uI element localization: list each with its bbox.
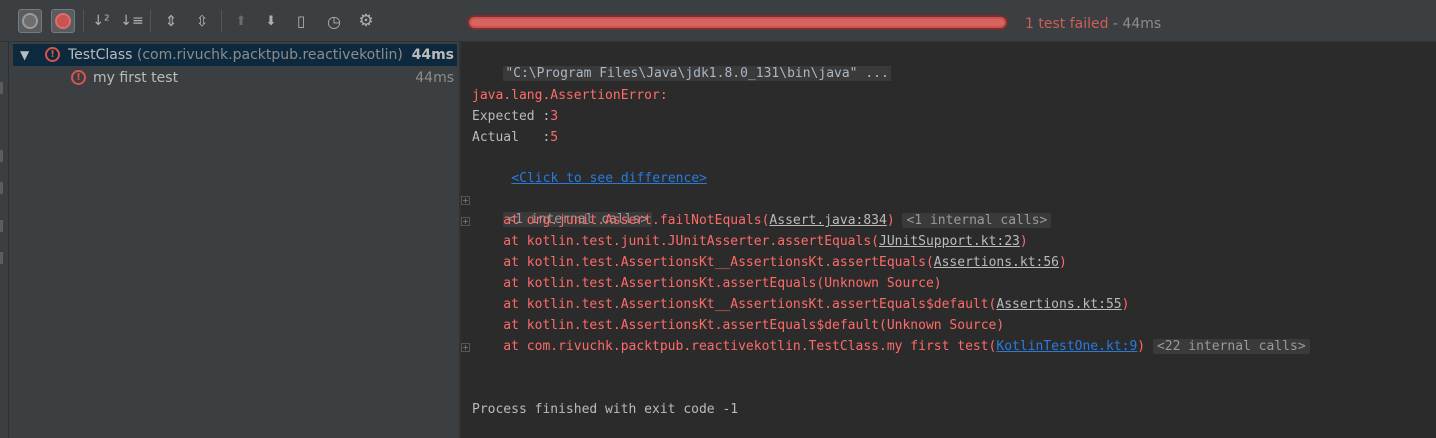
next-failed-button[interactable]: ⬇	[259, 9, 283, 33]
test-progress-bar	[467, 15, 1008, 30]
stack-frame-text: at kotlin.test.AssertionsKt__AssertionsK…	[472, 297, 997, 312]
test-failed-icon: !	[45, 47, 60, 62]
status-duration: - 44ms	[1108, 16, 1162, 32]
stack-frame-suffix: )	[1019, 234, 1028, 249]
stack-frame-source-link[interactable]: Assert.java:834	[769, 213, 886, 228]
actual-line: Actual :5	[472, 128, 558, 148]
stop-circle-icon	[55, 13, 71, 29]
click-to-see-difference-link[interactable]: <Click to see difference>	[511, 171, 707, 186]
show-passed-toggle[interactable]	[18, 9, 42, 33]
internal-calls-line: <1 internal calls>	[472, 190, 653, 227]
stack-frame: at kotlin.test.junit.JUnitAsserter.asser…	[472, 232, 1028, 252]
test-progress-fill	[471, 19, 1004, 26]
internal-calls-fold[interactable]: <1 internal calls>	[902, 213, 1052, 228]
expand-fold-icon[interactable]: +	[461, 196, 470, 205]
export-results-button[interactable]: ▯	[289, 9, 313, 33]
previous-failed-button[interactable]: ⬆	[229, 9, 253, 33]
gutter-mark	[0, 252, 3, 264]
stack-frame: at com.rivuchk.packtpub.reactivekotlin.T…	[472, 337, 1310, 357]
collapse-all-button[interactable]: ⇳	[190, 9, 214, 33]
test-runner-toolbar: ↓² ↓≡ ⇕ ⇳ ⬆ ⬇ ▯ ◷ ⚙ 1 test failed - 44ms	[0, 0, 1436, 42]
stack-frame-text: at org.junit.Assert.failNotEquals(	[472, 213, 770, 228]
test-method-name: my first test	[93, 70, 179, 86]
gutter-mark	[0, 150, 3, 162]
collapse-arrow-icon[interactable]: ▼	[20, 44, 29, 66]
stack-frame-suffix: )	[1137, 339, 1146, 354]
console-output[interactable]: "C:\Program Files\Java\jdk1.8.0_131\bin\…	[461, 42, 1436, 438]
tree-node-testclass[interactable]: ▼ ! TestClass (com.rivuchk.packtpub.reac…	[13, 44, 457, 66]
test-status: 1 test failed - 44ms	[1025, 15, 1161, 33]
toolbar-separator	[83, 10, 84, 32]
stack-frame-source-link[interactable]: JUnitSupport.kt:23	[879, 234, 1020, 249]
stack-frame-source-link[interactable]: Assertions.kt:55	[996, 297, 1121, 312]
tree-node-my-first-test[interactable]: ! my first test 44ms	[13, 67, 457, 89]
sort-alphabetically-button[interactable]: ↓²	[89, 9, 113, 33]
import-tests-button[interactable]: ◷	[322, 9, 346, 33]
sort-az-icon: ↓²	[92, 13, 110, 29]
arrow-up-icon: ⬆	[235, 13, 247, 29]
stack-frame-suffix: )	[886, 213, 895, 228]
expand-fold-icon[interactable]: +	[461, 217, 470, 226]
sort-by-duration-button[interactable]: ↓≡	[120, 9, 144, 33]
stack-frame-suffix: )	[1121, 297, 1130, 312]
tool-window-gutter	[0, 42, 9, 438]
test-class-name: TestClass	[68, 47, 133, 63]
stack-frame-text: at kotlin.test.AssertionsKt.assertEquals…	[472, 276, 942, 291]
expand-all-icon: ⇕	[164, 12, 178, 30]
java-command: "C:\Program Files\Java\jdk1.8.0_131\bin\…	[503, 66, 891, 81]
gutter-mark	[0, 182, 3, 194]
collapse-all-icon: ⇳	[195, 12, 209, 30]
gutter-mark	[0, 82, 3, 94]
history-icon: ◷	[327, 11, 341, 31]
stack-frame-text: at com.rivuchk.packtpub.reactivekotlin.T…	[472, 339, 997, 354]
expand-fold-icon[interactable]: +	[461, 343, 470, 352]
toolbar-separator	[150, 10, 151, 32]
stack-frame-source-link[interactable]: Assertions.kt:56	[934, 255, 1059, 270]
stack-frame: at kotlin.test.AssertionsKt__AssertionsK…	[472, 253, 1067, 273]
expected-label: Expected :	[472, 109, 551, 124]
sort-duration-icon: ↓≡	[120, 13, 144, 29]
test-class-package: (com.rivuchk.packtpub.reactivekotlin)	[136, 47, 403, 63]
actual-value: 5	[550, 130, 559, 145]
error-class-line: java.lang.AssertionError:	[472, 88, 668, 103]
gutter-mark	[0, 220, 3, 232]
status-failed-text: 1 test failed	[1025, 16, 1109, 32]
expected-line: Expected :3	[472, 107, 558, 127]
stack-frame-text: at kotlin.test.junit.JUnitAsserter.asser…	[472, 234, 879, 249]
toolbar-separator	[221, 10, 222, 32]
exit-code-line: Process finished with exit code -1	[472, 402, 739, 417]
stack-frame: at kotlin.test.AssertionsKt__AssertionsK…	[472, 295, 1129, 315]
diff-line: <Click to see difference>	[480, 149, 707, 186]
stack-frame-suffix: )	[1059, 255, 1067, 270]
stack-frame-source-link[interactable]: KotlinTestOne.kt:9	[996, 339, 1137, 354]
arrow-down-icon: ⬇	[265, 13, 277, 29]
actual-label: Actual :	[472, 130, 551, 145]
stack-frame-text: at kotlin.test.AssertionsKt__AssertionsK…	[472, 255, 934, 270]
test-failed-icon: !	[71, 70, 86, 85]
test-tree-panel: ▼ ! TestClass (com.rivuchk.packtpub.reac…	[0, 42, 459, 438]
check-circle-icon	[22, 13, 38, 29]
internal-calls-fold[interactable]: <22 internal calls>	[1152, 339, 1310, 354]
export-icon: ▯	[296, 12, 306, 30]
gear-icon: ⚙	[358, 11, 374, 31]
test-method-duration: 44ms	[415, 70, 454, 86]
stack-frame: at kotlin.test.AssertionsKt.assertEquals…	[472, 316, 1004, 336]
expected-value: 3	[550, 109, 559, 124]
stack-frame-text: at kotlin.test.AssertionsKt.assertEquals…	[472, 318, 1005, 333]
stack-frame: at kotlin.test.AssertionsKt.assertEquals…	[472, 274, 942, 294]
console-command-line: "C:\Program Files\Java\jdk1.8.0_131\bin\…	[472, 44, 891, 81]
expand-all-button[interactable]: ⇕	[159, 9, 183, 33]
test-class-duration: 44ms	[411, 47, 454, 63]
stack-frame: at org.junit.Assert.failNotEquals(Assert…	[472, 211, 1052, 231]
tree-node-title: TestClass (com.rivuchk.packtpub.reactive…	[68, 44, 403, 66]
show-ignored-toggle[interactable]	[51, 9, 75, 33]
settings-button[interactable]: ⚙	[354, 9, 378, 33]
